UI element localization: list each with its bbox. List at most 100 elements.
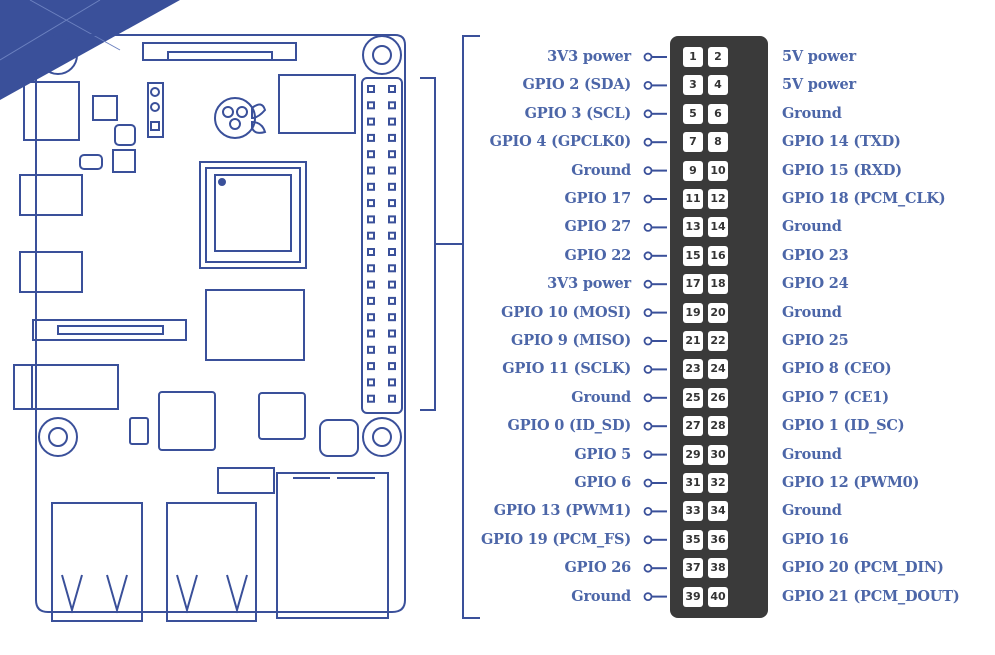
board-header-pin [388, 345, 396, 354]
connector-dot-left [645, 480, 652, 487]
pin-4: 4 [708, 75, 728, 96]
board-header-pin [367, 313, 375, 322]
mounting-hole-br [363, 418, 401, 456]
pin-label-37: GPIO 26 [564, 559, 631, 577]
pin-label-21: GPIO 9 (MISO) [511, 332, 631, 349]
pin-label-16: GPIO 23 [782, 246, 849, 264]
pin-label-28: GPIO 1 (ID_SC) [782, 417, 905, 435]
board-header-pin [367, 280, 375, 289]
pin-label-17: 3V3 power [547, 275, 631, 293]
connector-dot-left [645, 196, 652, 203]
board-header-pin [388, 329, 396, 338]
board-header-pin [367, 378, 375, 387]
pin-label-31: GPIO 6 [574, 474, 631, 491]
board-header-pin [367, 296, 375, 305]
board-header-pin [388, 264, 396, 273]
board-header-pin [388, 117, 396, 126]
board-header-pin [367, 231, 375, 240]
pin-14: 14 [708, 217, 728, 238]
pin-label-36: GPIO 16 [782, 530, 849, 548]
pin-label-9: Ground [571, 161, 631, 179]
board-header-pin [388, 199, 396, 208]
pin-label-24: GPIO 8 (CEO) [782, 360, 892, 378]
pin-label-3: GPIO 2 (SDA) [522, 76, 631, 94]
pin-13: 13 [683, 217, 703, 238]
pin-16: 16 [708, 245, 728, 266]
connector-dot-left [645, 451, 652, 458]
board-header-pin [367, 215, 375, 224]
corner-decoration [0, 0, 180, 100]
pin-label-27: GPIO 0 (ID_SD) [507, 417, 632, 435]
connector-dot-left [645, 366, 652, 373]
connector-dot-left [645, 252, 652, 259]
pin-label-13: GPIO 27 [564, 218, 631, 236]
pin-2: 2 [708, 47, 728, 67]
pin-label-35: GPIO 19 (PCM_FS) [480, 530, 631, 548]
pin-7: 7 [683, 132, 703, 153]
pin-1: 1 [683, 47, 703, 67]
board-header-pin [367, 117, 375, 126]
pin-25: 25 [683, 387, 703, 408]
connector-dot-left [645, 54, 652, 61]
mounting-hole-bl [39, 418, 77, 456]
pin-label-5: GPIO 3 (SCL) [524, 104, 632, 122]
connector-dot-left [645, 139, 652, 146]
pin-18: 18 [708, 274, 728, 295]
pin-label-25: Ground [571, 388, 631, 406]
connector-dot-left [645, 508, 652, 515]
pin-label-4: 5V power [782, 76, 856, 94]
pin-label-10: GPIO 15 (RXD) [782, 161, 902, 179]
pin-8: 8 [708, 132, 728, 153]
board-header-pin [367, 248, 375, 256]
pin-11: 11 [683, 189, 703, 209]
connector-dot-left [645, 309, 652, 316]
pin-label-32: GPIO 12 (PWM0) [782, 474, 920, 491]
pin-label-15: GPIO 22 [564, 246, 631, 264]
pin-38: 38 [708, 558, 728, 579]
board-header-pin [367, 166, 375, 175]
board-header-pin [388, 215, 396, 224]
pin-30: 30 [708, 444, 728, 465]
pin-31: 31 [683, 473, 703, 493]
connector-dot-left [645, 394, 652, 401]
board-header-pin [388, 231, 396, 240]
pin-label-11: GPIO 17 [564, 190, 631, 207]
pin-label-20: Ground [782, 303, 842, 321]
board-header-pin [388, 394, 396, 403]
board-header-pin [367, 345, 375, 354]
ram-chip [205, 289, 305, 361]
pin-label-29: GPIO 5 [574, 445, 631, 463]
connector-dot-left [645, 536, 652, 543]
connector-dot-left [645, 224, 652, 231]
board-header-pin [388, 182, 396, 191]
board-header-pin [388, 133, 396, 142]
connector-dot-left [645, 565, 652, 572]
pin-5: 5 [683, 103, 703, 124]
board-header-pin [388, 313, 396, 322]
pin-label-33: GPIO 13 (PWM1) [493, 502, 631, 520]
pin-35: 35 [683, 529, 703, 550]
pin-22: 22 [708, 331, 728, 351]
pin-39: 39 [683, 586, 703, 607]
connector-dot-left [645, 423, 652, 430]
raspberry-pi-logo [215, 98, 265, 138]
pin-label-18: GPIO 24 [782, 275, 849, 293]
connector-dot-left [645, 110, 652, 117]
board-header-pin [388, 248, 396, 256]
pin-15: 15 [683, 245, 703, 266]
board-header-pin [367, 150, 375, 159]
ethernet-port [276, 472, 389, 619]
connector-dot-left [645, 338, 652, 345]
pin-19: 19 [683, 302, 703, 323]
board-header-pin [388, 362, 396, 371]
pin-33: 33 [683, 501, 703, 522]
pin-label-38: GPIO 20 (PCM_DIN) [782, 559, 944, 577]
board-header-pin [388, 101, 396, 110]
pin-37: 37 [683, 558, 703, 579]
pin-24: 24 [708, 359, 728, 380]
pin-9: 9 [683, 160, 703, 181]
board-header-pin [367, 85, 375, 93]
pin-label-14: Ground [782, 218, 842, 236]
pin-32: 32 [708, 473, 728, 493]
board-header-pin [388, 280, 396, 289]
